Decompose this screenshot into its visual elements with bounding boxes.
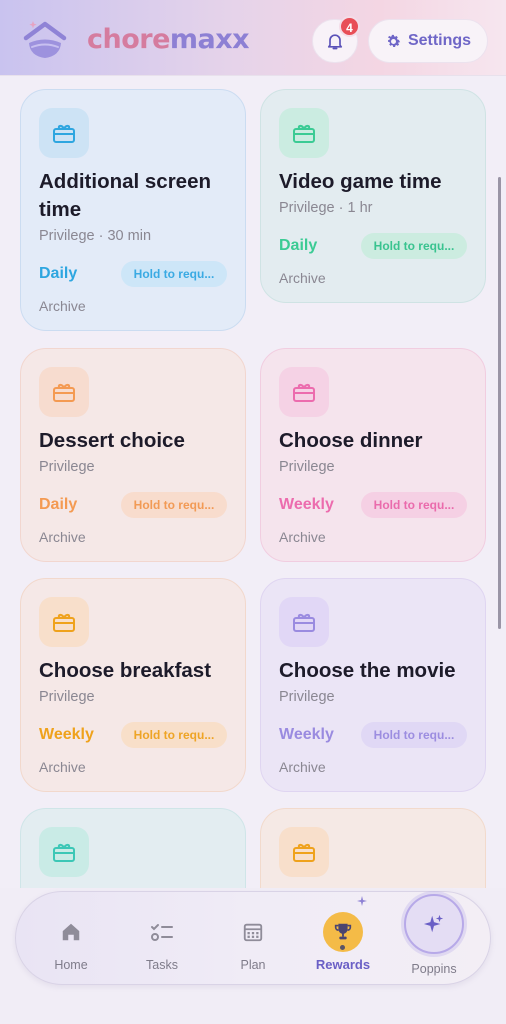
reward-subtitle: Privilege · 1 hr [279, 200, 373, 216]
reward-frequency: Daily [39, 496, 78, 513]
rewards-grid[interactable]: Additional screen time Privilege · 30 mi… [0, 77, 506, 888]
reward-frequency: Daily [39, 265, 78, 282]
app-logo-text: choremaxx [87, 22, 250, 58]
hold-to-request-button[interactable]: Hold to requ... [121, 261, 227, 287]
archive-link[interactable]: Archive [279, 268, 326, 288]
gift-icon [279, 108, 329, 158]
hold-to-request-button[interactable]: Hold to requ... [361, 722, 467, 748]
hold-to-request-button[interactable]: Hold to requ... [361, 492, 467, 518]
reward-title: Choose breakfast [39, 659, 212, 682]
gift-icon [39, 827, 89, 877]
nav-plan[interactable]: Plan [213, 910, 293, 980]
logo-icon [23, 21, 67, 58]
nav-plan-label: Plan [240, 958, 266, 972]
reward-card[interactable]: Choose dinner Privilege Weekly Hold to r… [260, 348, 486, 562]
home-icon [62, 923, 80, 941]
nav-rewards-label: Rewards [315, 957, 371, 972]
nav-home-label: Home [54, 958, 88, 972]
reward-subtitle: Privilege [279, 689, 335, 705]
settings-button[interactable]: Settings [368, 19, 488, 63]
reward-frequency: Weekly [279, 496, 334, 513]
gift-icon [279, 597, 329, 647]
reward-frequency: Weekly [279, 726, 334, 743]
gift-icon [279, 827, 329, 877]
reward-card[interactable]: Additional screen time Privilege · 30 mi… [20, 89, 246, 331]
reward-card[interactable]: Video game time Privilege · 1 hr Daily H… [260, 89, 486, 303]
archive-link[interactable]: Archive [279, 757, 326, 777]
reward-card[interactable]: Dessert choice Privilege Daily Hold to r… [20, 348, 246, 562]
reward-card[interactable] [260, 808, 486, 888]
reward-title: Video game time [279, 170, 442, 193]
tasks-icon [151, 924, 173, 941]
hold-to-request-button[interactable]: Hold to requ... [361, 233, 467, 259]
reward-subtitle: Privilege [279, 459, 335, 475]
gift-icon [39, 367, 89, 417]
scrollbar[interactable] [498, 177, 501, 629]
archive-link[interactable]: Archive [39, 296, 86, 316]
reward-title: Dessert choice [39, 429, 185, 452]
reward-subtitle: Privilege · 30 min [39, 228, 152, 244]
reward-card[interactable]: Choose breakfast Privilege Weekly Hold t… [20, 578, 246, 792]
logo-text-maxx: maxx [169, 24, 250, 55]
poppins-button[interactable] [404, 894, 464, 954]
reward-subtitle: Privilege [39, 689, 95, 705]
reward-frequency: Daily [279, 237, 318, 254]
gift-icon [279, 367, 329, 417]
nav-home[interactable]: Home [31, 910, 111, 980]
nav-tasks[interactable]: Tasks [122, 910, 202, 980]
nav-tasks-label: Tasks [146, 958, 178, 972]
reward-title: Additional screen time [39, 170, 212, 221]
logo-text-chore: chore [87, 24, 170, 55]
gear-icon [387, 34, 401, 47]
reward-card[interactable]: Choose the movie Privilege Weekly Hold t… [260, 578, 486, 792]
reward-title: Choose dinner [279, 429, 423, 452]
app-header: choremaxx 4 Settings [0, 0, 506, 76]
archive-link[interactable]: Archive [39, 527, 86, 547]
sparkle-icon [423, 914, 444, 933]
reward-title: Choose the movie [279, 659, 456, 682]
hold-to-request-button[interactable]: Hold to requ... [121, 722, 227, 748]
nav-poppins-label: Poppins [411, 962, 457, 976]
sparkle-icon [357, 896, 367, 906]
archive-link[interactable]: Archive [39, 757, 86, 777]
active-indicator-dot [340, 945, 345, 950]
archive-link[interactable]: Archive [279, 527, 326, 547]
calendar-icon [243, 923, 263, 942]
gift-icon [39, 597, 89, 647]
reward-subtitle: Privilege [39, 459, 95, 475]
reward-card[interactable] [20, 808, 246, 888]
settings-label: Settings [407, 32, 472, 49]
reward-frequency: Weekly [39, 726, 94, 743]
gift-icon [39, 108, 89, 158]
notification-count-badge: 4 [339, 16, 360, 37]
hold-to-request-button[interactable]: Hold to requ... [121, 492, 227, 518]
